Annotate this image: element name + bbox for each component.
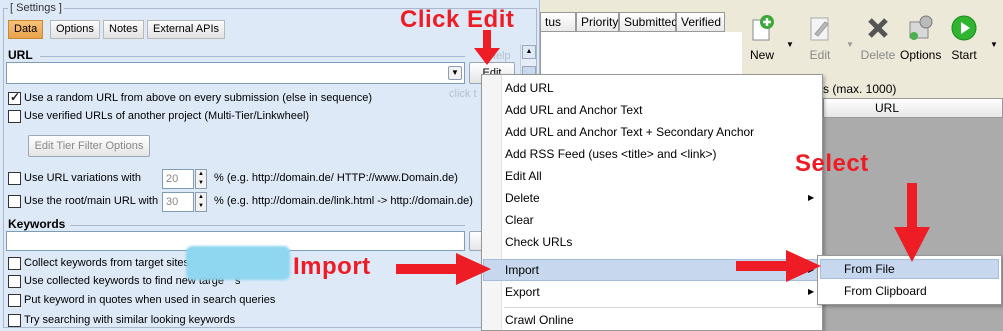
root-url-hint: % (e.g. http://domain.de/link.html -> ht… — [214, 195, 473, 207]
grid-col-status[interactable]: tus — [540, 12, 576, 32]
click-hint: click t — [449, 88, 477, 100]
edit-dropdown-icon[interactable]: ▼ — [846, 40, 854, 49]
export-submenu-arrow-icon: ▶ — [808, 287, 815, 296]
similar-keywords-checkbox[interactable] — [8, 314, 21, 327]
url-divider — [40, 56, 465, 57]
menu-item-check-urls[interactable]: Check URLs — [505, 235, 572, 249]
edit-button[interactable]: Edit — [800, 14, 840, 62]
verified-urls-checkbox[interactable] — [8, 110, 21, 123]
root-url-label: Use the root/main URL with — [24, 195, 159, 207]
root-url-input[interactable]: 30 — [162, 192, 194, 212]
random-url-label: Use a random URL from above on every sub… — [24, 92, 373, 104]
start-button[interactable]: Start — [944, 14, 984, 62]
random-url-checkbox[interactable] — [8, 90, 21, 105]
url-variations-spinner[interactable]: ▲ ▼ — [195, 169, 207, 189]
delete-button[interactable]: Delete — [858, 14, 898, 62]
menu-item-crawl-online[interactable]: Crawl Online — [505, 313, 574, 327]
options-button[interactable]: Options — [900, 14, 942, 62]
grid2-url-column[interactable]: URL — [875, 101, 899, 115]
menu-item-export[interactable]: Export — [505, 285, 540, 299]
collect-keywords-checkbox[interactable] — [8, 257, 21, 270]
options-icon — [909, 15, 933, 40]
url-label: URL — [8, 48, 33, 62]
arrow-right-to-import-icon — [396, 253, 491, 285]
new-button[interactable]: New — [742, 14, 782, 62]
url-variations-input[interactable]: 20 — [162, 169, 194, 189]
url-variations-label: Use URL variations with — [24, 172, 141, 184]
edit-icon — [810, 17, 829, 41]
delete-submenu-arrow-icon: ▶ — [808, 193, 815, 202]
url-dropdown-icon[interactable]: ▼ — [448, 66, 462, 80]
options-label: Options — [900, 48, 942, 62]
menu-item-add-url-anchor-secondary[interactable]: Add URL and Anchor Text + Secondary Anch… — [505, 125, 754, 139]
tab-notes[interactable]: Notes — [103, 20, 144, 39]
url-variations-checkbox[interactable] — [8, 172, 21, 185]
edit-label: Edit — [809, 48, 831, 62]
submenu-item-from-clipboard[interactable]: From Clipboard — [844, 284, 927, 298]
grid-col-verified[interactable]: Verified — [676, 12, 725, 32]
keywords-label: Keywords — [8, 217, 66, 231]
quotes-label: Put keyword in quotes when used in searc… — [24, 294, 276, 306]
start-dropdown-icon[interactable]: ▼ — [990, 40, 998, 49]
new-label: New — [749, 48, 774, 62]
use-collected-checkbox[interactable] — [8, 275, 21, 288]
redaction-blob — [186, 246, 290, 280]
quotes-checkbox[interactable] — [8, 294, 21, 307]
menu-separator — [504, 307, 820, 308]
menu-item-clear[interactable]: Clear — [505, 213, 534, 227]
delete-icon — [868, 18, 888, 38]
submenu-item-from-file[interactable]: From File — [844, 262, 895, 276]
annotation-import: Import — [293, 253, 371, 280]
tier-filter-button[interactable]: Edit Tier Filter Options — [28, 135, 150, 157]
grid2-header-text: s (max. 1000) — [823, 82, 897, 96]
start-label: Start — [951, 48, 977, 62]
tab-data[interactable]: Data — [8, 20, 44, 39]
menu-icon-gutter — [482, 75, 502, 330]
similar-keywords-label: Try searching with similar looking keywo… — [24, 314, 236, 326]
grid-col-submitted[interactable]: Submitted — [619, 12, 678, 32]
collect-keywords-label: Collect keywords from target sites — [24, 257, 190, 269]
root-url-spinner[interactable]: ▲ ▼ — [195, 192, 207, 212]
url-context-menu: Add URL Add URL and Anchor Text Add URL … — [481, 74, 823, 331]
new-icon — [752, 15, 774, 41]
delete-label: Delete — [860, 48, 896, 62]
arrow-down-to-from-file-icon — [894, 183, 930, 262]
menu-item-add-rss[interactable]: Add RSS Feed (uses <title> and <link>) — [505, 147, 716, 161]
arrow-down-to-edit-icon — [474, 30, 500, 65]
menu-item-delete[interactable]: Delete — [505, 191, 540, 205]
start-icon — [951, 15, 977, 41]
tab-external-apis[interactable]: External APIs — [147, 20, 226, 39]
grid-col-priority[interactable]: Priority — [576, 12, 619, 32]
grid2-header-bar — [823, 98, 1003, 118]
tab-options[interactable]: Options — [50, 20, 100, 39]
menu-item-edit-all[interactable]: Edit All — [505, 169, 542, 183]
menu-item-add-url[interactable]: Add URL — [505, 81, 554, 95]
new-dropdown-icon[interactable]: ▼ — [786, 40, 794, 49]
settings-group-title: [ Settings ] — [8, 2, 64, 14]
url-variations-hint: % (e.g. http://domain.de/ HTTP://www.Dom… — [214, 172, 458, 184]
scroll-up-icon[interactable]: ▲ — [522, 45, 536, 59]
arrow-right-to-submenu-icon — [736, 250, 821, 282]
keywords-divider — [70, 225, 465, 226]
verified-urls-label: Use verified URLs of another project (Mu… — [24, 110, 310, 122]
root-url-checkbox[interactable] — [8, 195, 21, 208]
url-combobox[interactable] — [6, 62, 465, 84]
menu-item-import[interactable]: Import — [505, 263, 539, 277]
menu-item-add-url-anchor[interactable]: Add URL and Anchor Text — [505, 103, 642, 117]
annotation-select: Select — [795, 150, 869, 177]
